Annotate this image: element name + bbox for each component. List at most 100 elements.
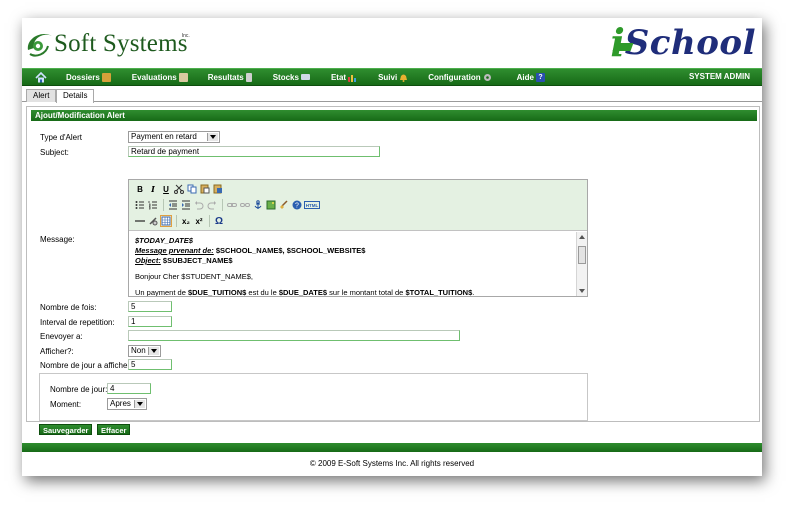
nav-suivi[interactable]: Suivi [378, 73, 408, 82]
toolbar-separator [163, 199, 164, 211]
afficher-value: Non [131, 346, 146, 355]
table-icon[interactable] [160, 215, 172, 227]
afficher-select[interactable]: Non [128, 345, 161, 357]
subject-input[interactable]: Retard de payment [128, 146, 380, 157]
scroll-thumb[interactable] [578, 246, 586, 264]
nav-evaluations-label: Evaluations [131, 72, 177, 82]
indent-icon[interactable] [180, 199, 192, 211]
scroll-down-icon[interactable] [579, 289, 585, 293]
chevron-down-icon [207, 133, 218, 141]
type-alert-value: Payment en retard [131, 132, 197, 141]
tab-details[interactable]: Details [56, 89, 95, 103]
nav-dossiers-label: Dossiers [66, 72, 100, 82]
link-icon[interactable] [226, 199, 238, 211]
product-logo-name: School [624, 23, 756, 63]
editor-scrollbar[interactable] [576, 232, 587, 296]
help-icon[interactable]: ? [291, 199, 303, 211]
message-body-d: $DUE_DATE$ [278, 288, 328, 296]
envoyer-label: Enevoyer a: [40, 332, 83, 341]
help-icon: ? [535, 72, 545, 82]
nombre-fois-input[interactable]: 5 [128, 301, 172, 312]
paste-word-icon[interactable] [212, 183, 224, 195]
moment-select[interactable]: Apres [107, 398, 147, 410]
nombre-jour-input[interactable]: 4 [107, 383, 151, 394]
logo-swoosh [612, 43, 634, 51]
subscript-icon[interactable]: x₂ [180, 215, 192, 227]
nav-etat-label: Etat [330, 72, 347, 82]
message-editor: B I U ? HTML x₂ x² Ω $TODAY_DATE$ Messag… [128, 179, 588, 297]
save-button[interactable]: Sauvegarder [39, 424, 93, 435]
unlink-icon[interactable] [239, 199, 251, 211]
chevron-down-icon [148, 347, 159, 355]
bar-chart-icon [348, 74, 357, 82]
type-alert-select[interactable]: Payment en retard [128, 131, 220, 143]
mail-icon [300, 74, 310, 80]
cleanup-icon[interactable] [278, 199, 290, 211]
nav-resultats-label: Resultats [207, 72, 244, 82]
product-logo: i School [610, 21, 756, 64]
moment-value: Apres [110, 399, 131, 408]
interval-input[interactable]: 1 [128, 316, 172, 327]
tab-alert[interactable]: Alert [26, 89, 57, 102]
svg-text:?: ? [295, 203, 299, 210]
toolbar-row-1: B I U [134, 182, 225, 196]
message-label: Message: [40, 235, 75, 244]
schedule-fieldset: Nombre de jour: 4 Moment: Apres [39, 373, 588, 421]
copyright: © 2009 E-Soft Systems Inc. All rights re… [309, 459, 475, 468]
remove-format-icon[interactable] [147, 215, 159, 227]
bell-icon [400, 74, 408, 82]
message-from-value: $SCHOOL_NAME$, $SCHOOL_WEBSITE$ [213, 246, 366, 255]
message-body-f: $TOTAL_TUITION$ [405, 288, 473, 296]
message-body-g: . [472, 288, 475, 296]
folder-people-icon [101, 72, 111, 82]
underline-icon[interactable]: U [160, 183, 172, 195]
nav-stocks[interactable]: Stocks [273, 73, 310, 82]
undo-icon[interactable] [193, 199, 205, 211]
nav-aide-label: Aide [516, 72, 534, 82]
nav-resultats[interactable]: Resultats [207, 72, 252, 82]
paste-icon[interactable] [199, 183, 211, 195]
horizontal-rule-icon[interactable] [134, 215, 146, 227]
superscript-icon[interactable]: x² [193, 215, 205, 227]
nav-configuration-label: Configuration [428, 72, 481, 82]
nav-dossiers[interactable]: Dossiers [66, 72, 111, 82]
message-content[interactable]: $TODAY_DATE$ Message prvenant de: $SCHOO… [129, 232, 575, 296]
envoyer-input[interactable] [128, 330, 460, 341]
clear-button[interactable]: Effacer [97, 424, 131, 435]
company-name: Soft Systems [54, 30, 188, 57]
bullet-list-icon[interactable] [134, 199, 146, 211]
bold-icon[interactable]: B [134, 183, 146, 195]
nav-etat[interactable]: Etat [331, 73, 357, 82]
cut-icon[interactable] [173, 183, 185, 195]
header: Soft Systems Inc. i School [22, 18, 762, 68]
main-nav: Dossiers Evaluations Resultats Stocks Et… [22, 68, 762, 86]
afficher-label: Afficher?: [40, 347, 74, 356]
italic-icon[interactable]: I [147, 183, 159, 195]
nombre-jour-afficher-label: Nombre de jour a afficher: [40, 361, 133, 370]
company-logo: Soft Systems Inc. [24, 24, 196, 64]
type-alert-label: Type d'Alert [40, 133, 82, 142]
outdent-icon[interactable] [167, 199, 179, 211]
nav-configuration[interactable]: Configuration [428, 73, 491, 82]
toolbar-row-2: ? HTML [134, 198, 321, 212]
scroll-up-icon[interactable] [579, 235, 585, 239]
html-icon[interactable]: HTML [304, 201, 320, 209]
edit-paper-icon [178, 72, 188, 82]
user-name[interactable]: SYSTEM ADMIN [689, 72, 750, 81]
interval-label: Interval de repetition: [40, 318, 115, 327]
nav-aide[interactable]: Aide ? [516, 72, 545, 82]
message-line-body: Un payment de $DUE_TUITION$ est du le $D… [135, 287, 569, 296]
nombre-jour-afficher-input[interactable]: 5 [128, 359, 172, 370]
nav-evaluations[interactable]: Evaluations [131, 72, 188, 82]
numbered-list-icon[interactable] [147, 199, 159, 211]
home-icon[interactable] [32, 69, 50, 85]
toolbar-separator [222, 199, 223, 211]
report-icon [245, 72, 252, 82]
anchor-icon[interactable] [252, 199, 264, 211]
alert-form-panel: Ajout/Modification Alert Type d'Alert Pa… [26, 106, 760, 435]
footer-bar [22, 443, 762, 452]
copy-icon[interactable] [186, 183, 198, 195]
redo-icon[interactable] [206, 199, 218, 211]
image-icon[interactable] [265, 199, 277, 211]
omega-icon[interactable]: Ω [213, 215, 225, 227]
